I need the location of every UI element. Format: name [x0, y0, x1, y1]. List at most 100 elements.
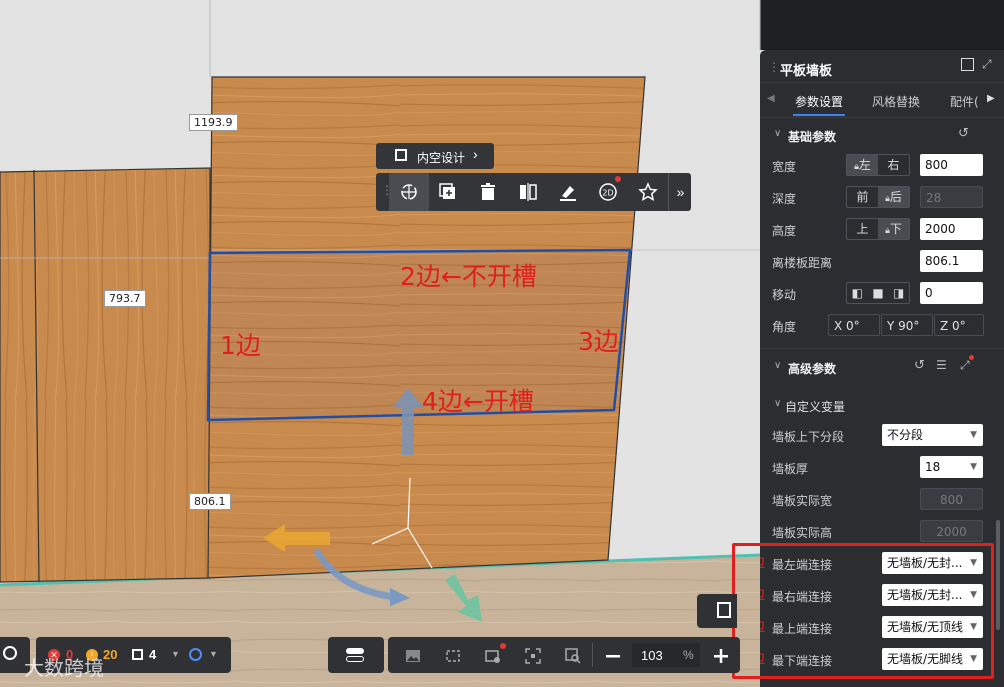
dropdown-caret-icon[interactable]: ▼: [209, 649, 218, 659]
chevron-down-icon[interactable]: ∨: [774, 128, 781, 139]
thickness-select[interactable]: 18 ▼: [920, 456, 983, 478]
side-clipboard-button[interactable]: [697, 594, 737, 628]
svg-text:2D: 2D: [602, 189, 613, 198]
warning-count[interactable]: 20: [103, 647, 117, 662]
height-down-option[interactable]: 🔒︎下: [878, 219, 909, 239]
segment-select[interactable]: 不分段 ▼: [882, 424, 983, 446]
tab-params[interactable]: 参数设置: [795, 93, 843, 110]
real-width-label: 墙板实际宽: [772, 494, 833, 508]
edit-icon[interactable]: [961, 58, 974, 71]
layer-count[interactable]: 4: [149, 647, 156, 662]
zoom-unit: %: [683, 648, 694, 662]
material-brush-button[interactable]: [548, 173, 588, 211]
angle-y-input[interactable]: Y 90°: [881, 314, 933, 336]
expand-icon[interactable]: ⤢: [982, 57, 992, 72]
rotate-icon: [401, 184, 417, 200]
tab-scroll-left-icon[interactable]: ◀: [767, 93, 775, 104]
notification-dot: [969, 355, 974, 360]
interior-design-button[interactable]: 内空设计 ›: [376, 143, 494, 169]
clipboard-icon: [717, 602, 731, 618]
width-left-option[interactable]: 🔒︎左: [847, 155, 878, 175]
move-center-cube-icon[interactable]: ■: [868, 283, 889, 303]
copy-add-button[interactable]: [428, 173, 468, 211]
zoom-input[interactable]: 103 %: [632, 643, 700, 667]
view-toolbar: 103 %: [388, 637, 740, 673]
tab-accessories[interactable]: 配件(: [950, 93, 979, 110]
depth-row: 深度 前 🔒︎后 28: [760, 182, 1004, 212]
dimension-label-top: 1193.9: [189, 114, 238, 131]
dropdown-caret-icon[interactable]: ▼: [171, 649, 180, 659]
toggle-icon-top: [346, 648, 364, 654]
tab-scroll-right-icon[interactable]: ▶: [987, 93, 995, 104]
chevron-down-icon[interactable]: ∨: [774, 398, 781, 409]
height-input[interactable]: 2000: [920, 218, 983, 240]
toggle-icon-bottom: [346, 656, 364, 662]
view-toggle-button[interactable]: [328, 637, 384, 673]
height-anchor-toggle[interactable]: 上 🔒︎下: [846, 218, 910, 240]
depth-input: 28: [920, 186, 983, 208]
brush-icon: [560, 186, 576, 201]
image-icon: [406, 650, 420, 662]
depth-label: 深度: [772, 192, 797, 206]
move-input[interactable]: 0: [920, 282, 983, 304]
move-right-cube-icon[interactable]: ◨: [888, 283, 909, 303]
sync-icon[interactable]: [189, 648, 202, 661]
reset-icon[interactable]: ↺: [914, 358, 925, 373]
more-tools-button[interactable]: »: [668, 173, 692, 211]
zoom-in-button[interactable]: [710, 645, 732, 667]
depth-back-option[interactable]: 🔒︎后: [878, 187, 909, 207]
rotate-tool-button[interactable]: [389, 173, 429, 211]
real-width-row: 墙板实际宽 800: [760, 484, 1004, 514]
zoom-region-button[interactable]: [562, 645, 584, 667]
move-left-cube-icon[interactable]: ◧: [847, 283, 868, 303]
drag-handle-icon[interactable]: ⋮: [768, 60, 780, 74]
image-button[interactable]: [402, 645, 424, 667]
expand-icon[interactable]: ⤢: [960, 358, 970, 373]
annotation-edge-4: 4边←开槽: [422, 387, 534, 416]
panel-scrollbar[interactable]: [996, 520, 1000, 630]
list-settings-icon[interactable]: ☰: [936, 358, 947, 372]
dropdown-caret-icon: ▼: [970, 430, 977, 440]
floor-distance-row: 离楼板距离 806.1: [760, 246, 1004, 276]
tab-style[interactable]: 风格替换: [872, 93, 920, 110]
interior-design-label: 内空设计: [417, 151, 466, 165]
camera-settings-button[interactable]: [482, 643, 506, 667]
depth-anchor-toggle[interactable]: 前 🔒︎后: [846, 186, 910, 208]
width-input[interactable]: 800: [920, 154, 983, 176]
mirror-icon: [520, 183, 537, 201]
depth-front-option[interactable]: 前: [847, 187, 878, 207]
reset-icon[interactable]: ↺: [958, 126, 969, 141]
chevron-down-icon[interactable]: ∨: [774, 360, 781, 371]
width-right-option[interactable]: 右: [878, 155, 909, 175]
zoom-value: 103: [641, 648, 663, 663]
dimension-label-mid: 793.7: [104, 290, 146, 307]
focus-button[interactable]: [522, 645, 544, 667]
real-height-label: 墙板实际高: [772, 526, 833, 540]
angle-z-input[interactable]: Z 0°: [934, 314, 984, 336]
thickness-row: 墙板厚 18 ▼: [760, 452, 1004, 482]
floating-toolbar: ⋮ 2D »: [376, 173, 691, 211]
width-anchor-toggle[interactable]: 🔒︎左 右: [846, 154, 910, 176]
angle-x-input[interactable]: X 0°: [828, 314, 880, 336]
chevron-right-icon: ›: [473, 146, 478, 162]
dropdown-caret-icon: ▼: [970, 462, 977, 472]
real-width-input: 800: [920, 488, 983, 510]
delete-button[interactable]: [468, 173, 508, 211]
focus-icon: [525, 648, 541, 664]
move-direction-toggle[interactable]: ◧ ■ ◨: [846, 282, 910, 304]
star-icon: [638, 182, 658, 201]
frame-icon: [395, 149, 407, 161]
fit-view-button[interactable]: [442, 645, 464, 667]
dimension-label-bottom: 806.1: [189, 493, 231, 510]
advanced-params-title: 高级参数: [788, 362, 837, 376]
basic-params-title: 基础参数: [788, 130, 837, 144]
floor-distance-input[interactable]: 806.1: [920, 250, 983, 272]
width-row: 宽度 🔒︎左 右 800: [760, 150, 1004, 180]
trash-icon: [481, 183, 495, 200]
view-2d-button[interactable]: 2D: [588, 173, 628, 211]
favorite-button[interactable]: [628, 173, 668, 211]
mirror-button[interactable]: [508, 173, 548, 211]
zoom-out-button[interactable]: [602, 645, 624, 667]
height-up-option[interactable]: 上: [847, 219, 878, 239]
annotation-edge-3: 3边: [578, 327, 619, 356]
